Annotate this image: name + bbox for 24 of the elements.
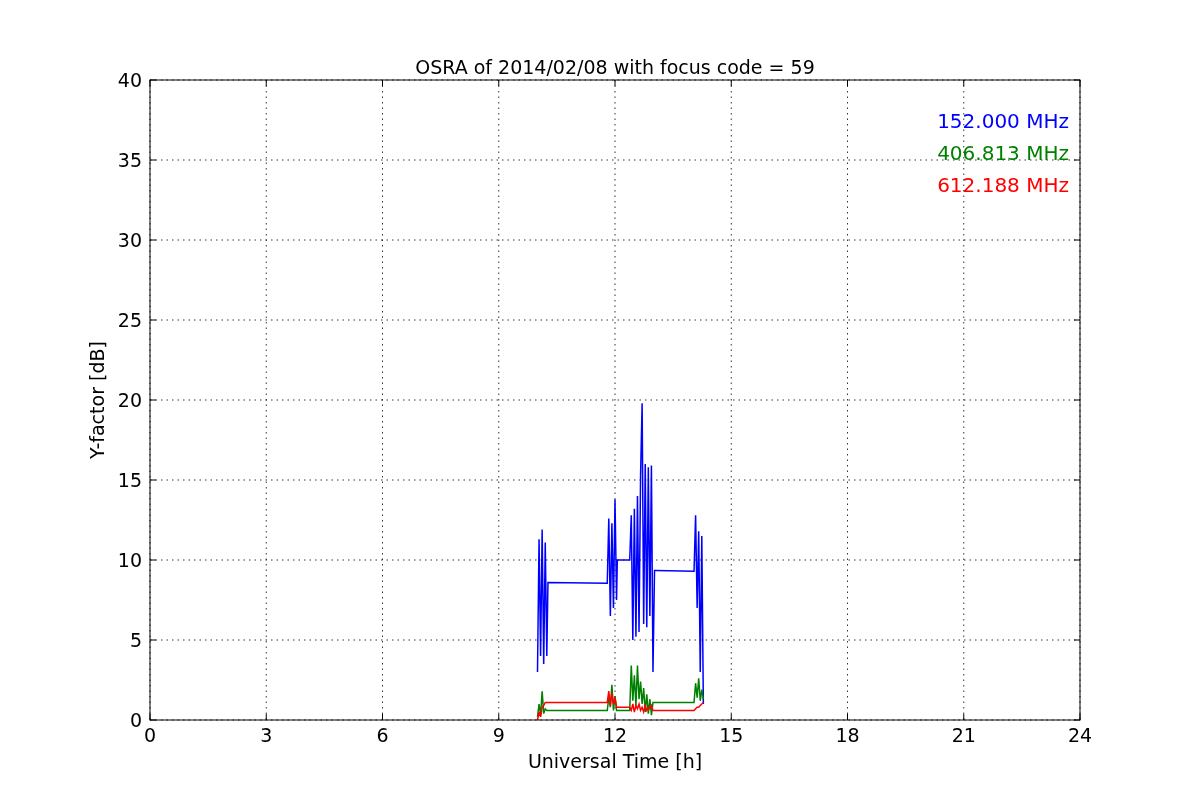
tick-label: 15 — [719, 724, 744, 746]
tick-label: 5 — [129, 629, 142, 651]
tick-label: 35 — [117, 149, 142, 171]
chart-title: OSRA of 2014/02/08 with focus code = 59 — [415, 56, 815, 78]
legend-label: 152.000 MHz — [937, 109, 1069, 133]
tick-label: 21 — [951, 724, 976, 746]
tick-label: 25 — [117, 309, 142, 331]
axis-label: Y-factor [dB] — [86, 341, 108, 459]
tick-label: 15 — [117, 469, 142, 491]
tick-label: 0 — [143, 724, 157, 746]
axis-label: Universal Time [h] — [527, 750, 703, 772]
tick-label: 3 — [260, 724, 273, 746]
tick-label: 20 — [117, 389, 142, 411]
legend-label: 406.813 MHz — [937, 141, 1069, 165]
tick-label: 18 — [835, 724, 860, 746]
tick-label: 30 — [117, 229, 142, 251]
tick-label: 9 — [492, 724, 505, 746]
tick-label: 0 — [129, 709, 142, 731]
tick-label: 24 — [1067, 724, 1093, 746]
tick-label: 12 — [602, 724, 628, 746]
legend-label: 612.188 MHz — [937, 173, 1069, 197]
tick-label: 6 — [376, 724, 389, 746]
tick-label: 40 — [117, 69, 142, 91]
tick-label: 10 — [117, 549, 142, 571]
